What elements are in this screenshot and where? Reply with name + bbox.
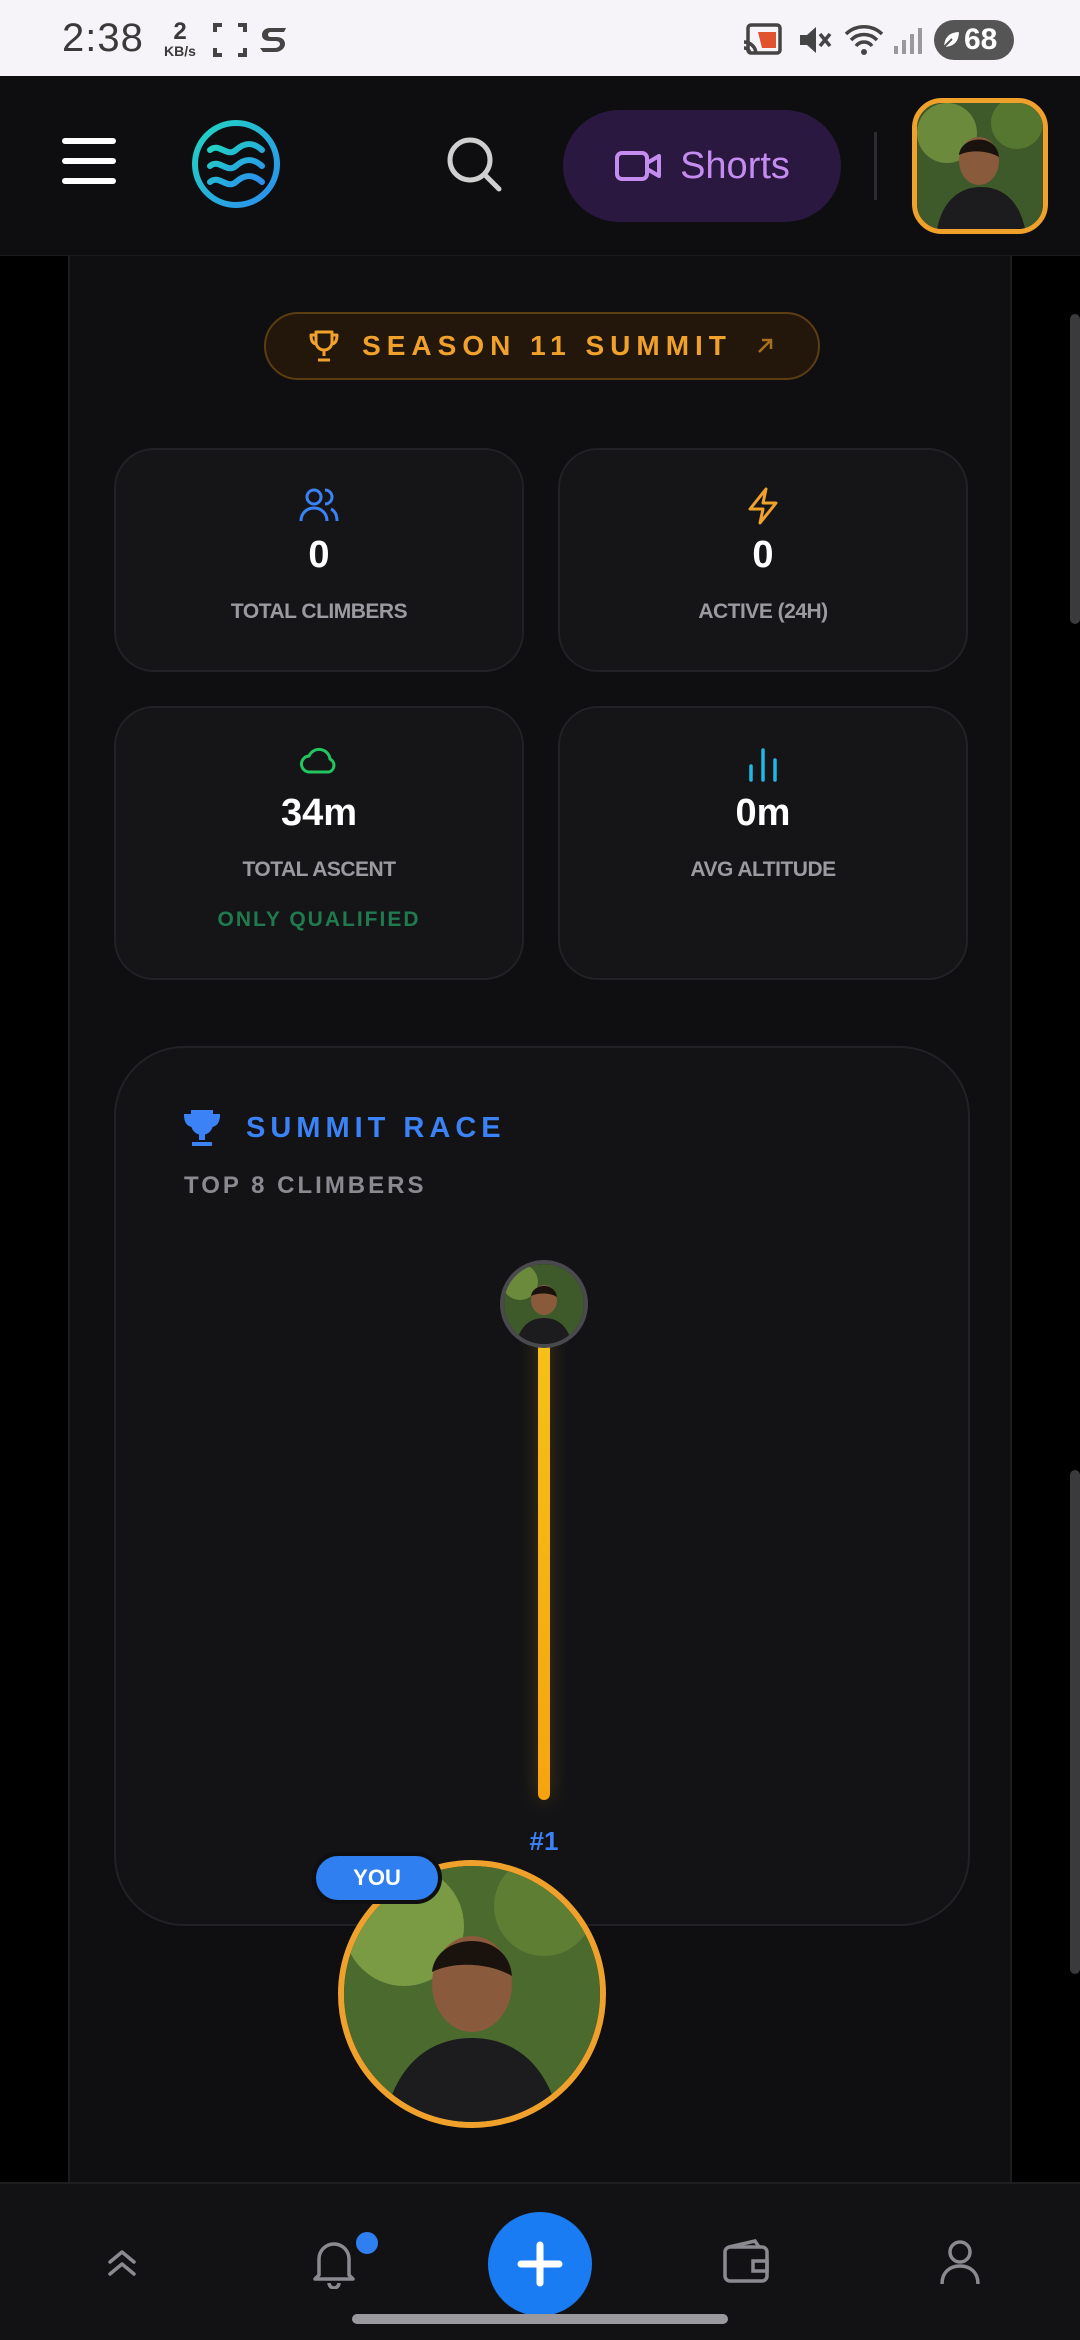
stat-card-total-ascent: 34m TOTAL ASCENT ONLY QUALIFIED [114,706,524,980]
summit-race-card: SUMMIT RACE TOP 8 CLIMBERS #1 [114,1046,970,1926]
notification-dot [352,2228,382,2258]
video-camera-icon [615,151,662,181]
shorts-label: Shorts [680,144,790,187]
app-logo[interactable] [190,118,282,210]
wallet-icon [723,2239,769,2283]
status-time: 2:38 [62,16,144,60]
you-badge: YOU [312,1852,442,1904]
network-speed-value: 2 [173,18,187,45]
stat-card-total-climbers: 0 TOTAL CLIMBERS [114,448,524,672]
double-chevron-up-icon [108,2250,136,2276]
network-speed-unit: KB/s [164,43,196,59]
stat-value: 0 [752,534,774,576]
plus-icon [517,2241,563,2287]
wifi-icon [844,25,884,55]
summit-race-title: SUMMIT RACE [246,1112,506,1144]
network-speed: 2 KB/s [160,18,200,59]
app-header: Shorts [0,76,1080,256]
stat-sublabel: ONLY QUALIFIED [217,908,421,931]
profile-avatar[interactable] [912,98,1048,234]
cast-icon [743,23,782,55]
stat-value: 0 [308,534,330,576]
avatar-image [917,103,1043,229]
header-divider [874,132,877,200]
stat-label: AVG ALTITUDE [690,858,836,881]
create-button[interactable] [488,2212,592,2316]
climber-avatar-image [504,1264,584,1344]
users-icon [299,488,339,522]
bar-chart-icon [749,748,777,782]
stat-label: ACTIVE (24H) [698,600,828,623]
nav-wallet[interactable] [716,2232,776,2292]
nav-climb[interactable] [92,2232,152,2292]
stat-card-avg-altitude: 0m AVG ALTITUDE [558,706,968,980]
mute-icon [800,27,832,53]
scrollbar-thumb-top[interactable] [1070,314,1080,624]
battery-indicator: 68 [934,20,1014,60]
leaf-icon [941,29,962,50]
app-s-icon [260,28,286,52]
stat-value: 34m [280,792,358,834]
external-link-icon [758,338,773,353]
bottom-navigation [0,2182,1080,2340]
menu-button[interactable] [62,138,116,184]
climber-avatar[interactable] [500,1260,588,1348]
user-icon [940,2240,980,2285]
screenshot-icon [213,23,247,57]
status-bar: 2:38 2 KB/s 68 [0,0,1080,76]
home-indicator[interactable] [352,2314,728,2324]
your-avatar-image [344,1866,600,2122]
search-icon[interactable] [444,134,504,194]
scrollbar-thumb-main[interactable] [1070,1470,1080,1974]
nav-profile[interactable] [930,2232,990,2292]
stat-label: TOTAL ASCENT [242,858,396,881]
season-label: SEASON 11 SUMMIT [362,330,732,361]
signal-icon [894,28,922,54]
climber-progress-bar [538,1300,550,1800]
battery-level: 68 [964,23,998,56]
trophy-icon [183,1110,221,1146]
stat-label: TOTAL CLIMBERS [230,600,408,623]
summit-race-subtitle: TOP 8 CLIMBERS [184,1172,427,1199]
stat-value: 0m [735,792,791,834]
lightning-icon [748,487,778,525]
stat-card-active: 0 ACTIVE (24H) [558,448,968,672]
shorts-button[interactable]: Shorts [563,110,841,222]
climber-rank: #1 [529,1826,559,1856]
season-badge[interactable]: SEASON 11 SUMMIT [264,312,820,380]
trophy-icon [309,330,339,362]
cloud-icon [300,747,336,774]
